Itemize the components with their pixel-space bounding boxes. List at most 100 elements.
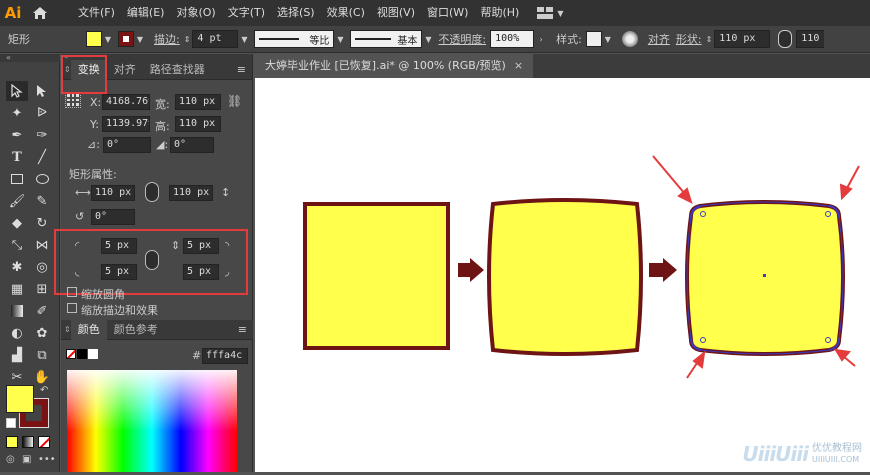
tab-color-guide[interactable]: 颜色参考	[107, 320, 165, 340]
artboard-canvas[interactable]: UiiiUiii 优优教程网 UIIIUIII.COM	[255, 78, 870, 472]
slice-tool-icon[interactable]: ✂	[6, 367, 28, 387]
color-spectrum[interactable]	[67, 370, 237, 472]
rectangle-tool-icon[interactable]	[6, 169, 28, 189]
document-tab[interactable]: 大婷毕业作业 [已恢复].ai* @ 100% (RGB/预览) ×	[255, 54, 534, 78]
corner-tr-icon[interactable]: ◝	[225, 239, 229, 252]
chevron-down-icon[interactable]: ▼	[602, 31, 614, 47]
height-input[interactable]: 110 px	[175, 116, 221, 132]
y-input[interactable]: 1139.979	[102, 116, 150, 132]
type-tool-icon[interactable]: T	[6, 147, 28, 167]
selection-tool-icon[interactable]	[6, 81, 28, 101]
corner-br-input[interactable]: 5 px	[183, 264, 219, 280]
chevron-down-icon[interactable]: ▼	[102, 31, 114, 47]
tab-color[interactable]: 颜色	[70, 319, 107, 340]
brush-definition[interactable]: 基本	[350, 30, 423, 48]
x-input[interactable]: 4168.769	[102, 94, 150, 110]
fill-swatch[interactable]	[86, 31, 102, 47]
chevron-right-icon[interactable]: ›	[534, 31, 548, 47]
corner-tr-input[interactable]: 5 px	[183, 238, 219, 254]
screen-mode-icon[interactable]: ▣	[22, 454, 31, 465]
style-swatch[interactable]	[585, 31, 602, 47]
symbol-sprayer-tool-icon[interactable]: ✿	[31, 323, 53, 343]
pen-tool-icon[interactable]: ✒	[6, 125, 28, 145]
draw-mode-icon[interactable]: ◎	[6, 454, 15, 465]
mesh-tool-icon[interactable]: ⊞	[31, 279, 53, 299]
shear-input[interactable]: 0°	[170, 137, 214, 153]
scale-corners-checkbox[interactable]	[67, 287, 77, 297]
opacity-input[interactable]: 100%	[490, 30, 535, 48]
blend-tool-icon[interactable]: ◐	[6, 323, 28, 343]
none-swatch-icon[interactable]	[66, 349, 76, 359]
menu-effect[interactable]: 效果(C)	[321, 0, 371, 26]
shape-width-input[interactable]: 110 px	[714, 30, 771, 48]
link-dimensions-icon[interactable]	[145, 182, 159, 202]
opacity-label[interactable]: 不透明度:	[438, 31, 486, 47]
home-icon[interactable]	[26, 0, 54, 26]
blob-brush-tool-icon[interactable]: ✎	[31, 191, 53, 211]
rotate-input[interactable]: 0°	[103, 137, 151, 153]
white-swatch[interactable]	[88, 349, 98, 359]
swap-colors-icon[interactable]: ↶	[40, 385, 48, 396]
recolor-artwork-icon[interactable]	[621, 31, 638, 47]
corner-br-icon[interactable]: ◞	[225, 265, 229, 278]
stroke-swatch[interactable]	[118, 31, 134, 47]
menu-edit[interactable]: 编辑(E)	[121, 0, 171, 26]
column-graph-tool-icon[interactable]: ▟	[6, 345, 28, 365]
menu-window[interactable]: 窗口(W)	[421, 0, 474, 26]
color-mode-icon[interactable]	[6, 436, 18, 448]
artboard-tool-icon[interactable]: ⧉	[31, 345, 53, 365]
scale-tool-icon[interactable]: ⤡	[6, 235, 28, 255]
rect-width-input[interactable]: 110 px	[91, 185, 135, 201]
shape-builder-tool-icon[interactable]: ◎	[31, 257, 53, 277]
link-corners-icon[interactable]	[145, 250, 159, 270]
gradient-tool-icon[interactable]	[6, 301, 28, 321]
ellipse-tool-icon[interactable]	[31, 169, 53, 189]
puppet-warp-tool-icon[interactable]: ✱	[6, 257, 28, 277]
chevron-down-icon[interactable]: ▼	[334, 31, 346, 47]
chevron-down-icon[interactable]: ▼	[134, 31, 146, 47]
width-tool-icon[interactable]: ⋈	[31, 235, 53, 255]
none-mode-icon[interactable]	[38, 436, 50, 448]
edit-toolbar-icon[interactable]: •••	[38, 454, 56, 465]
width-input[interactable]: 110 px	[175, 94, 221, 110]
chevron-down-icon[interactable]: ▼	[422, 31, 434, 47]
corner-bl-icon[interactable]: ◟	[75, 265, 79, 278]
close-icon[interactable]: ×	[514, 59, 523, 72]
constrain-proportions-icon[interactable]: ⛓	[227, 94, 242, 108]
stroke-weight-input[interactable]: 4 pt	[192, 30, 239, 48]
fill-color-box[interactable]	[6, 385, 34, 413]
shape-label[interactable]: 形状:	[676, 31, 702, 47]
magic-wand-tool-icon[interactable]: ✦	[6, 103, 28, 123]
eraser-tool-icon[interactable]: ◆	[6, 213, 28, 233]
menu-type[interactable]: 文字(T)	[222, 0, 271, 26]
panel-menu-icon[interactable]: ≡	[238, 323, 247, 336]
workspace-switcher-icon[interactable]: ▼	[537, 7, 563, 19]
collapse-handle[interactable]: «	[0, 54, 60, 62]
rect-height-input[interactable]: 110 px	[169, 185, 213, 201]
default-colors-icon[interactable]	[6, 418, 16, 428]
rotate-tool-icon[interactable]: ↻	[31, 213, 53, 233]
perspective-grid-tool-icon[interactable]: ▦	[6, 279, 28, 299]
corner-bl-input[interactable]: 5 px	[101, 264, 137, 280]
tab-align[interactable]: 对齐	[107, 60, 143, 80]
menu-select[interactable]: 选择(S)	[271, 0, 321, 26]
width-stepper[interactable]: ⇕	[706, 35, 713, 44]
panel-menu-icon[interactable]: ≡	[237, 63, 246, 76]
link-icon[interactable]	[778, 30, 793, 48]
menu-object[interactable]: 对象(O)	[170, 0, 221, 26]
stroke-weight-stepper[interactable]: ⇕	[184, 35, 191, 44]
line-tool-icon[interactable]: ╱	[31, 147, 53, 167]
gradient-mode-icon[interactable]	[22, 436, 34, 448]
reference-point-icon[interactable]	[65, 92, 81, 108]
variable-width-profile[interactable]: 等比	[254, 30, 335, 48]
tab-pathfinder[interactable]: 路径查找器	[143, 60, 212, 80]
shape-height-input[interactable]: 110	[796, 30, 825, 48]
paintbrush-tool-icon[interactable]: 🖌	[6, 191, 28, 211]
corner-tr-stepper[interactable]: ⇕	[171, 239, 180, 252]
rect-angle-input[interactable]: 0°	[91, 209, 135, 225]
menu-file[interactable]: 文件(F)	[72, 0, 121, 26]
stroke-label[interactable]: 描边:	[154, 31, 180, 47]
hand-tool-icon[interactable]: ✋	[31, 367, 53, 387]
corner-tl-icon[interactable]: ◜	[75, 239, 79, 252]
hex-input[interactable]: fffa4c	[202, 348, 248, 364]
